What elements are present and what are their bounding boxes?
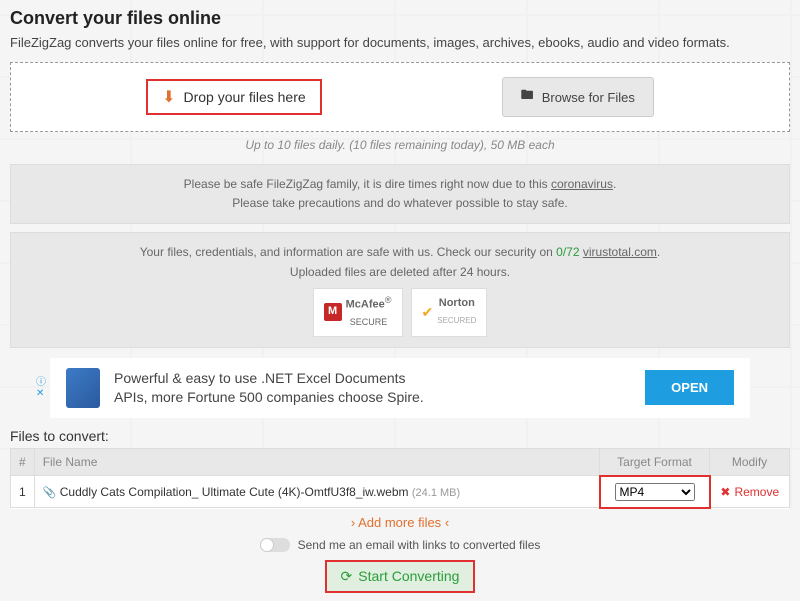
ad-product-icon <box>66 368 100 408</box>
security-text: Your files, credentials, and information… <box>140 245 556 259</box>
email-toggle-label: Send me an email with links to converted… <box>298 538 541 552</box>
file-size: (24.1 MB) <box>412 487 460 499</box>
security-notice: Your files, credentials, and information… <box>10 232 790 347</box>
files-table: # File Name Target Format Modify 1 📎 Cud… <box>10 448 790 509</box>
col-modify: Modify <box>710 448 790 476</box>
target-format-cell: MP4 <box>600 476 710 508</box>
ad-line2: APIs, more Fortune 500 companies choose … <box>114 388 631 406</box>
page-title: Convert your files online <box>10 8 790 29</box>
col-filename: File Name <box>34 448 599 476</box>
col-target: Target Format <box>600 448 710 476</box>
email-toggle[interactable] <box>260 538 290 552</box>
security-score: 0/72 <box>556 245 579 259</box>
row-num: 1 <box>11 476 35 508</box>
target-format-select[interactable]: MP4 <box>615 483 695 501</box>
coronavirus-link[interactable]: coronavirus <box>551 177 613 191</box>
row-filename: 📎 Cuddly Cats Compilation_ Ultimate Cute… <box>34 476 599 508</box>
ad-info-icon[interactable]: ⓘ✕ <box>36 377 46 399</box>
norton-badge: ✔ NortonSECURED <box>411 288 488 337</box>
retention-text: Uploaded files are deleted after 24 hour… <box>25 263 775 282</box>
start-converting-button[interactable]: ⟳ Start Converting <box>325 560 476 593</box>
remove-button[interactable]: ✖ Remove <box>720 485 779 499</box>
mcafee-badge: M McAfee®SECURE <box>313 288 403 337</box>
drop-files-area[interactable]: ⬇ Drop your files here <box>146 79 322 115</box>
col-num: # <box>11 448 35 476</box>
mcafee-icon: M <box>324 303 342 321</box>
ad-line1: Powerful & easy to use .NET Excel Docume… <box>114 369 631 387</box>
files-section-title: Files to convert: <box>10 428 790 444</box>
remove-icon: ✖ <box>720 485 730 499</box>
browse-label: Browse for Files <box>542 90 635 105</box>
checkmark-icon: ✔ <box>422 301 434 323</box>
notice-line2: Please take precautions and do whatever … <box>25 194 775 213</box>
upload-limits: Up to 10 files daily. (10 files remainin… <box>10 138 790 152</box>
convert-icon: ⟳ <box>341 568 353 585</box>
paperclip-icon: 📎 <box>43 487 57 499</box>
page-subtitle: FileZigZag converts your files online fo… <box>10 35 790 50</box>
advertisement: ⓘ✕ Powerful & easy to use .NET Excel Doc… <box>50 358 750 418</box>
notice-text: Please be safe FileZigZag family, it is … <box>184 177 551 191</box>
safety-notice: Please be safe FileZigZag family, it is … <box>10 164 790 224</box>
folder-icon: 🖿 <box>521 86 534 108</box>
drop-label: Drop your files here <box>184 89 306 105</box>
chevron-right-icon: › <box>351 515 355 530</box>
browse-button[interactable]: 🖿 Browse for Files <box>502 77 654 117</box>
add-more-files-link[interactable]: › Add more files ‹ <box>10 515 790 530</box>
chevron-left-icon: ‹ <box>445 515 449 530</box>
ad-open-button[interactable]: OPEN <box>645 370 734 405</box>
table-row: 1 📎 Cuddly Cats Compilation_ Ultimate Cu… <box>11 476 790 508</box>
download-icon: ⬇ <box>162 87 175 107</box>
virustotal-link[interactable]: virustotal.com <box>583 245 657 259</box>
dropzone[interactable]: ⬇ Drop your files here 🖿 Browse for File… <box>10 62 790 132</box>
